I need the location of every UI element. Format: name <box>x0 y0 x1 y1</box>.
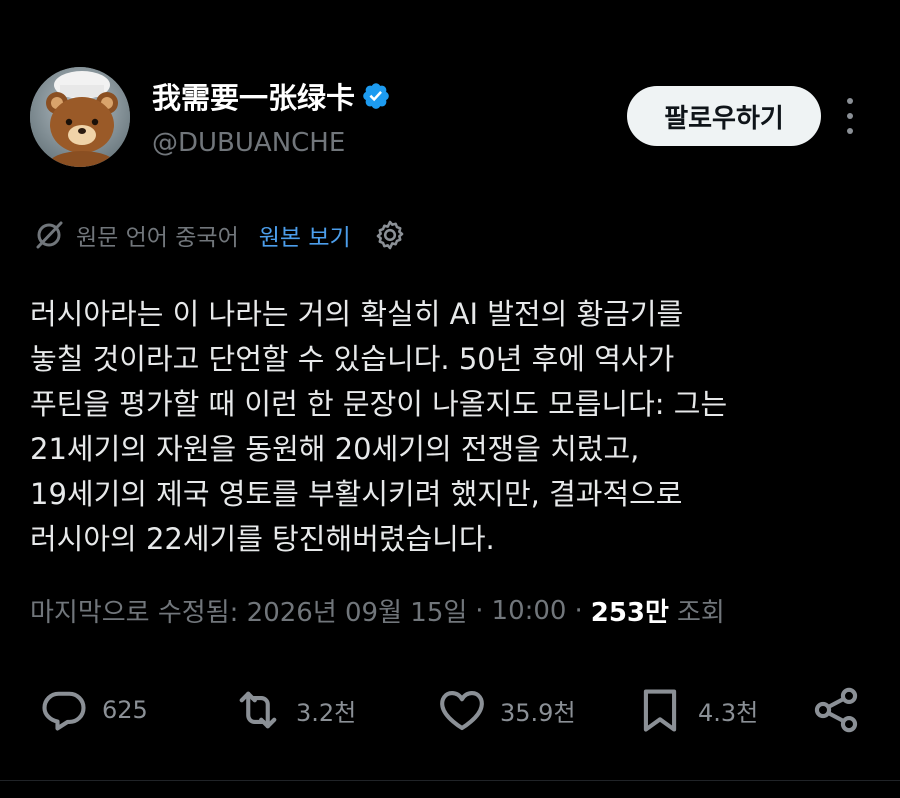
view-label: 조회 <box>676 598 725 628</box>
meta-separator: · <box>574 595 583 626</box>
tweet-text-line: 21세기의 자원을 동원해 20세기의 전쟁을 치렀고, <box>30 432 640 466</box>
retweet-button[interactable]: 3.2천 <box>232 680 356 740</box>
reply-count: 625 <box>102 696 148 724</box>
tweet-text-line: 러시아의 22세기를 탕진해버렸습니다. <box>30 522 495 556</box>
more-dot <box>847 113 853 119</box>
translation-bar: 원문 언어 중국어 원본 보기 <box>32 215 407 255</box>
author-name-row[interactable]: 我需要一张绿卡 <box>152 76 391 116</box>
tweet-detail: 我需要一张绿卡 @DUBUANCHE 팔로우하기 원문 언어 중국어 원본 보기… <box>0 0 900 798</box>
retweet-count: 3.2천 <box>296 698 357 727</box>
bear-avatar-icon <box>30 67 130 167</box>
like-count: 35.9천 <box>500 698 576 727</box>
retweet-icon <box>239 691 277 729</box>
reply-icon <box>42 691 86 731</box>
bookmark-count: 4.3천 <box>698 698 759 727</box>
author-handle[interactable]: @DUBUANCHE <box>152 128 345 158</box>
like-button[interactable]: 35.9천 <box>436 680 576 740</box>
tweet-text-line: 놓칠 것이라고 단언할 수 있습니다. 50년 후에 역사가 <box>30 342 675 376</box>
bookmark-button[interactable]: 4.3천 <box>634 680 758 740</box>
avatar[interactable] <box>30 67 130 167</box>
bookmark-icon <box>643 689 677 732</box>
tweet-text-line: 러시아라는 이 나라는 거의 확실히 AI 발전의 황금기를 <box>30 297 684 331</box>
divider <box>0 780 900 781</box>
heart-icon <box>440 691 484 731</box>
tweet-text-line: 푸틴을 평가할 때 이런 한 문장이 나올지도 모릅니다: 그는 <box>30 387 728 421</box>
translation-source-label: 원문 언어 중국어 <box>76 225 239 251</box>
author-display-name[interactable]: 我需要一张绿卡 <box>152 75 355 117</box>
view-count: 253만 <box>590 598 669 628</box>
reply-button[interactable]: 625 <box>38 680 148 740</box>
tweet-text-line: 19세기의 제국 영토를 부활시키려 했지만, 결과적으로 <box>30 477 683 511</box>
share-button[interactable] <box>810 680 862 740</box>
gear-icon[interactable] <box>373 218 407 252</box>
tweet-text: 러시아라는 이 나라는 거의 확실히 AI 발전의 황금기를 놓칠 것이라고 단… <box>30 292 880 562</box>
action-bar: 625 3.2천 35.9천 4.3천 <box>0 680 900 740</box>
verified-badge-icon <box>363 83 389 109</box>
tweet-meta: 마지막으로 수정됨: 2026년 09월 15일 · 10:00 · 253만 … <box>30 592 725 629</box>
show-original-link[interactable]: 원본 보기 <box>259 218 351 252</box>
share-icon <box>814 687 858 733</box>
more-dot <box>847 98 853 104</box>
more-vertical-icon[interactable] <box>836 98 864 134</box>
tweet-time[interactable]: 10:00 <box>492 596 567 626</box>
edited-timestamp[interactable]: 마지막으로 수정됨: 2026년 09월 15일 <box>30 592 467 629</box>
more-dot <box>847 128 853 134</box>
translate-icon <box>36 221 63 249</box>
follow-button[interactable]: 팔로우하기 <box>627 86 821 146</box>
meta-separator: · <box>475 595 484 626</box>
